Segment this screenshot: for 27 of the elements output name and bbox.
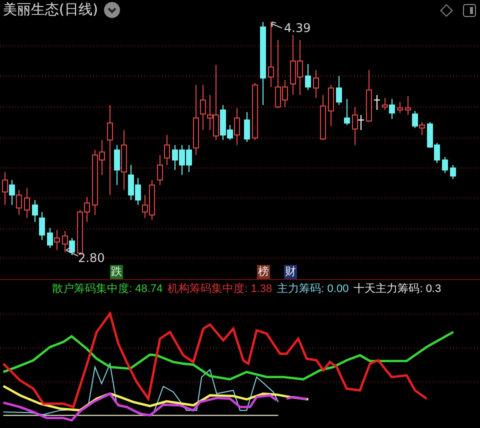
candlestick (24, 188, 30, 218)
signal-tag: 财 (284, 265, 297, 279)
leader-line (272, 22, 282, 28)
candlestick (397, 102, 403, 114)
diamond-icon[interactable] (440, 4, 453, 16)
candlestick (366, 70, 372, 122)
panel-icon[interactable] (463, 4, 476, 16)
dropdown-icon[interactable] (104, 2, 120, 18)
candlestick (450, 164, 456, 180)
candlestick (336, 76, 342, 106)
signal-tag: 跌 (110, 265, 123, 279)
indicator-value: 散户筹码集中度: 48.74 (52, 282, 163, 296)
candlestick (244, 112, 250, 142)
price-label: 2.80 (78, 251, 105, 265)
indicator-value: 主力筹码: 0.00 (277, 282, 349, 296)
indicator-value: 十天主力筹码: 0.3 (354, 282, 442, 296)
candlestick (328, 84, 334, 126)
candlestick (442, 156, 448, 174)
price-label: 4.39 (284, 21, 311, 35)
signal-tag: 榜 (257, 265, 270, 279)
chart-title: 美丽生态(日线) (3, 1, 98, 19)
candlestick (344, 98, 350, 126)
candlestick (252, 82, 258, 140)
candlestick (305, 64, 311, 90)
candlestick (374, 94, 380, 110)
indicator-value: 机构筹码集中度: 1.38 (168, 282, 272, 296)
leader-line (66, 246, 78, 256)
